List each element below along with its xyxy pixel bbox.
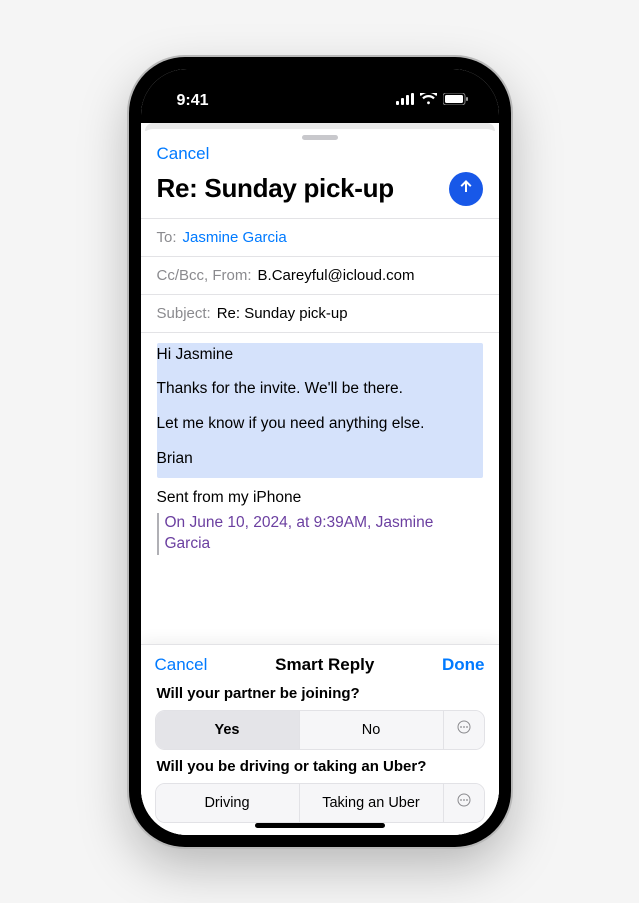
from-value: B.Careyful@icloud.com (258, 267, 415, 284)
compose-title: Re: Sunday pick-up (157, 173, 394, 204)
quoted-meta: On June 10, 2024, at 9:39AM, Jasmine Gar… (165, 514, 434, 552)
option-uber[interactable]: Taking an Uber (300, 784, 444, 822)
battery-icon (443, 92, 469, 110)
option-driving[interactable]: Driving (156, 784, 300, 822)
ccbcc-label: Cc/Bcc, From: (157, 267, 252, 284)
arrow-up-icon (457, 177, 475, 200)
subject-value: Re: Sunday pick-up (217, 305, 348, 322)
ccbcc-from-field[interactable]: Cc/Bcc, From: B.Careyful@icloud.com (141, 256, 499, 294)
more-options-button-1[interactable] (444, 711, 484, 749)
smart-reply-panel: Cancel Smart Reply Done Will your partne… (141, 644, 499, 835)
send-button[interactable] (449, 172, 483, 206)
dynamic-island (265, 85, 375, 115)
to-label: To: (157, 229, 177, 246)
smart-reply-title: Smart Reply (275, 655, 374, 675)
subject-label: Subject: (157, 305, 211, 322)
phone-frame: 9:41 Cancel Re: Sunday pick-up (129, 57, 511, 847)
home-indicator[interactable] (255, 823, 385, 828)
sheet-grabber[interactable] (302, 135, 338, 140)
subject-field[interactable]: Subject: Re: Sunday pick-up (141, 294, 499, 333)
email-body[interactable]: Hi Jasmine Thanks for the invite. We'll … (141, 333, 499, 644)
signal-icon (396, 92, 414, 110)
status-time: 9:41 (177, 92, 209, 110)
wifi-icon (420, 92, 437, 110)
to-field[interactable]: To: Jasmine Garcia (141, 218, 499, 256)
signature-line: Sent from my iPhone (157, 488, 483, 509)
ellipsis-icon (457, 793, 471, 812)
smart-reply-done-button[interactable]: Done (442, 655, 485, 675)
smart-reply-options-1: Yes No (155, 710, 485, 750)
body-greeting: Hi Jasmine (157, 345, 483, 366)
ellipsis-icon (457, 720, 471, 739)
compose-sheet: Cancel Re: Sunday pick-up To: Jasmine Ga… (141, 129, 499, 835)
option-yes[interactable]: Yes (156, 711, 300, 749)
screen: 9:41 Cancel Re: Sunday pick-up (141, 69, 499, 835)
option-no[interactable]: No (300, 711, 444, 749)
smart-reply-question-2: Will you be driving or taking an Uber? (157, 758, 483, 775)
smart-reply-cancel-button[interactable]: Cancel (155, 655, 208, 675)
quoted-header: On June 10, 2024, at 9:39AM, Jasmine Gar… (157, 513, 483, 555)
recipient-chip[interactable]: Jasmine Garcia (183, 229, 287, 246)
body-line-1: Thanks for the invite. We'll be there. (157, 379, 483, 400)
cancel-button[interactable]: Cancel (157, 142, 210, 164)
smart-reply-options-2: Driving Taking an Uber (155, 783, 485, 823)
suggested-reply-highlight: Hi Jasmine Thanks for the invite. We'll … (157, 343, 483, 479)
more-options-button-2[interactable] (444, 784, 484, 822)
body-line-2: Let me know if you need anything else. (157, 414, 483, 435)
smart-reply-question-1: Will your partner be joining? (157, 685, 483, 702)
body-signoff: Brian (157, 449, 483, 470)
